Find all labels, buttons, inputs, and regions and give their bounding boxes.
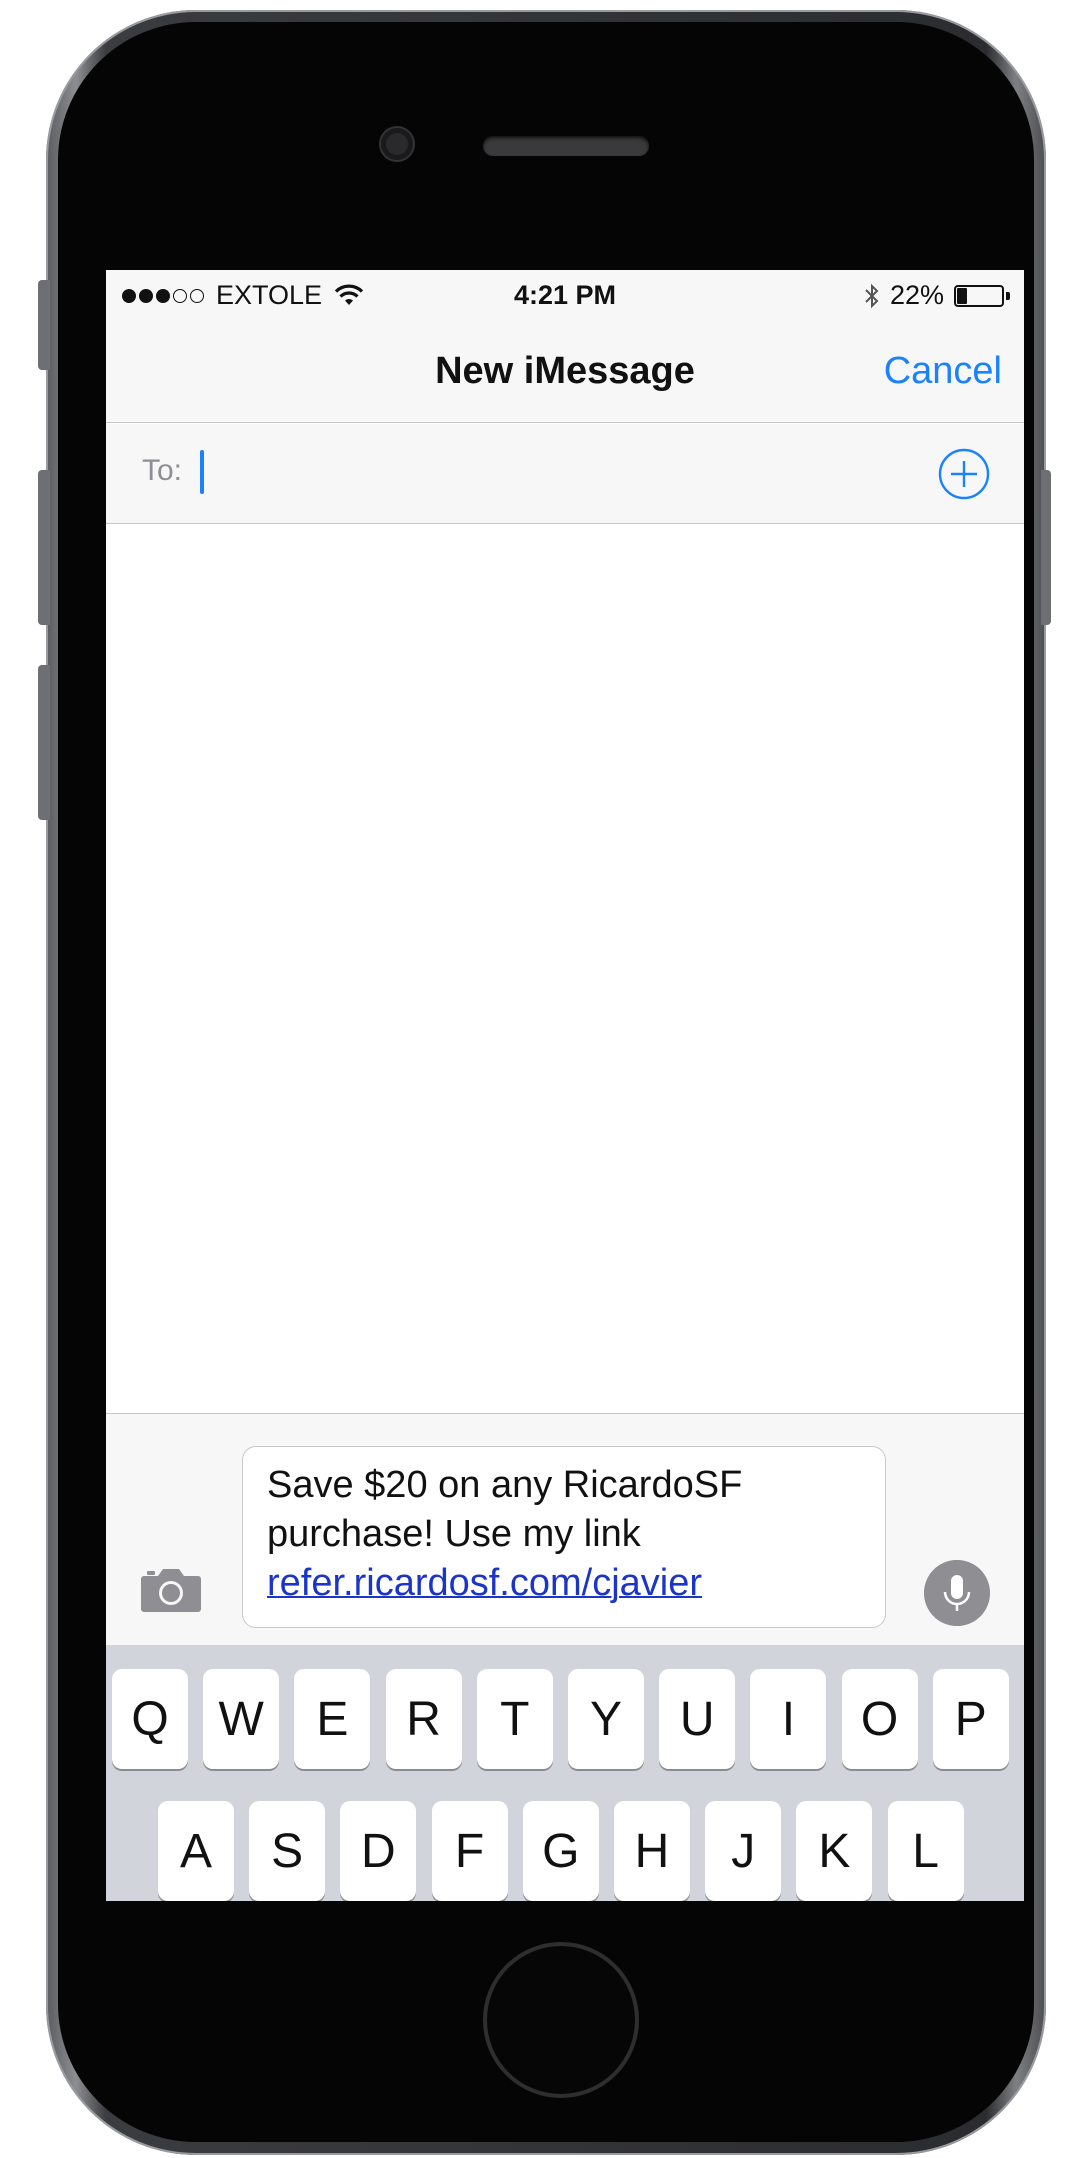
keyboard: 123 space @ . return QWERTYUIOPASDFGHJKL… [106,1645,1024,1901]
earpiece-speaker [483,136,649,156]
cancel-button[interactable]: Cancel [884,350,1002,393]
key-e[interactable]: E [294,1669,371,1769]
key-l[interactable]: L [887,1801,964,1901]
conversation-area [106,525,1024,1413]
message-line: Save $20 on any RicardoSF [267,1464,743,1506]
key-y[interactable]: Y [568,1669,644,1769]
front-camera [381,128,413,160]
key-a[interactable]: A [158,1801,234,1901]
compose-bar: Save $20 on any RicardoSF purchase! Use … [106,1413,1024,1646]
key-g[interactable]: G [522,1801,599,1901]
key-f[interactable]: F [431,1801,508,1901]
key-k[interactable]: K [796,1801,873,1901]
navigation-bar: New iMessage Cancel [106,322,1024,423]
key-q[interactable]: Q [112,1669,188,1769]
to-label: To: [142,454,183,487]
key-d[interactable]: D [340,1801,417,1901]
key-u[interactable]: U [659,1669,736,1769]
key-s[interactable]: S [249,1801,326,1901]
power-button [1041,470,1051,625]
text-caret [200,450,204,494]
recipient-row: To: [106,424,1024,524]
status-bar: EXTOLE 4:21 PM 22% [106,270,1024,322]
key-o[interactable]: O [841,1669,918,1769]
mute-switch [38,280,50,370]
bluetooth-icon [865,283,879,308]
message-input[interactable]: Save $20 on any RicardoSF purchase! Use … [242,1446,886,1628]
microphone-icon[interactable] [924,1560,990,1626]
volume-down-button [38,665,50,820]
key-w[interactable]: W [203,1669,280,1769]
volume-up-button [38,470,50,625]
battery-icon [954,284,1010,307]
battery-percent: 22% [889,280,944,310]
key-r[interactable]: R [385,1669,462,1769]
camera-icon[interactable] [140,1564,202,1614]
key-j[interactable]: J [705,1801,782,1901]
key-p[interactable]: P [932,1669,1009,1769]
recipient-input[interactable] [198,446,898,500]
key-h[interactable]: H [614,1801,690,1901]
home-button[interactable] [483,1942,639,2098]
key-i[interactable]: I [750,1669,827,1769]
screen: EXTOLE 4:21 PM 22% New iMessage Cancel T… [106,270,1024,1901]
message-line: purchase! Use my link [267,1513,641,1555]
add-contact-icon[interactable] [938,448,990,500]
key-t[interactable]: T [476,1669,553,1769]
message-link[interactable]: refer.ricardosf.com/cjavier [267,1562,702,1604]
